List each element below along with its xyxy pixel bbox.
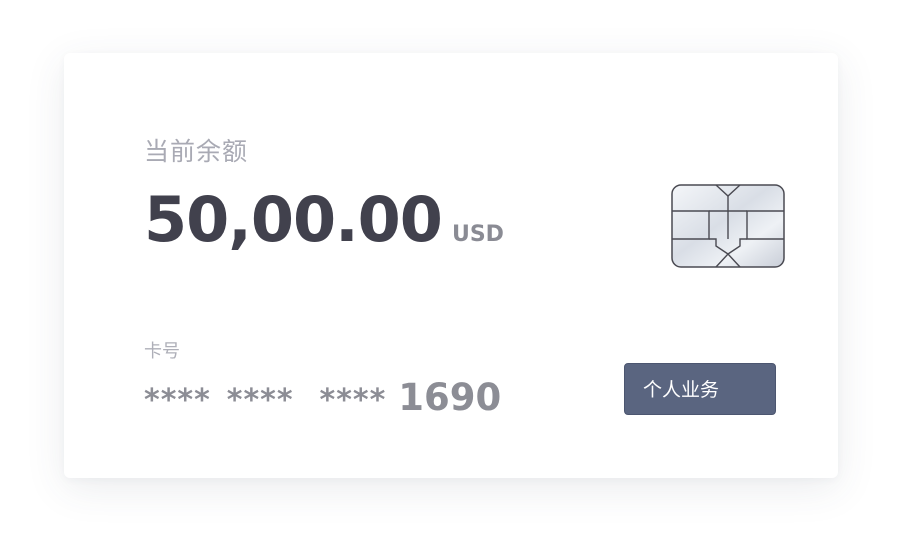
card-number-label: 卡号 (144, 341, 180, 362)
balance-row: 50,00.00 USD (144, 189, 504, 251)
sim-chip-icon (671, 184, 785, 268)
balance-label: 当前余额 (144, 137, 249, 166)
card-number-mask-2: **** (226, 383, 294, 418)
card-number: **** **** **** 1690 (144, 379, 501, 416)
card-number-mask-3: **** (319, 383, 387, 418)
card-number-mask-1: **** (144, 383, 211, 418)
personal-business-button[interactable]: 个人业务 (624, 363, 776, 415)
balance-currency: USD (451, 222, 504, 247)
balance-amount: 50,00.00 (144, 183, 443, 256)
card-number-last4: 1690 (398, 376, 502, 419)
bank-card: 当前余额 50,00.00 USD 卡号 **** **** **** 1690… (64, 53, 838, 478)
